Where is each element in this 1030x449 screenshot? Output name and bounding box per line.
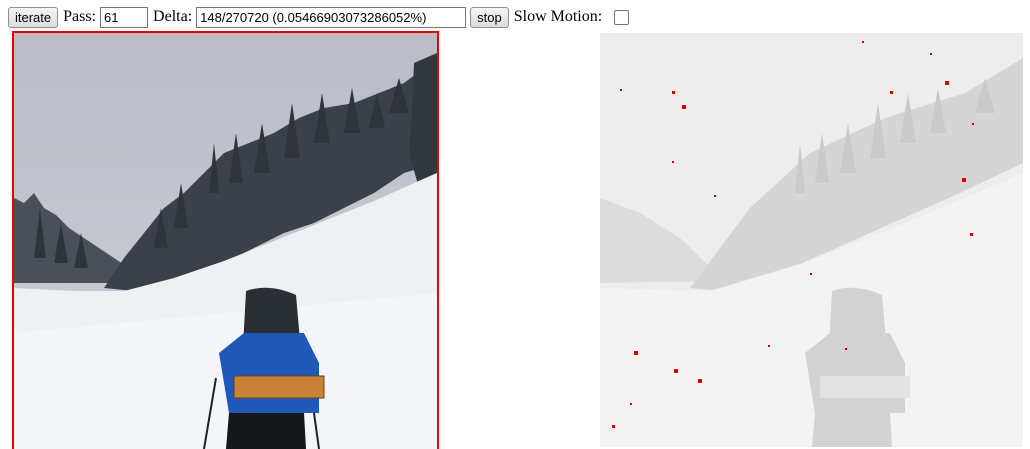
pass-field[interactable] <box>100 6 149 28</box>
delta-field[interactable] <box>196 6 467 28</box>
slow-motion-label: Slow Motion: <box>513 8 603 25</box>
diff-canvas <box>600 33 1023 447</box>
stop-button[interactable]: stop <box>470 6 509 28</box>
toolbar: iterate Pass: Delta: stop Slow Motion: <box>8 6 630 28</box>
iteration-canvas <box>12 31 439 449</box>
delta-label: Delta: <box>153 8 193 25</box>
snowy-mountain-hiker-image <box>14 33 437 449</box>
faded-diff-image <box>600 33 1023 447</box>
iterate-button[interactable]: iterate <box>8 6 59 28</box>
slow-motion-checkbox[interactable] <box>614 9 630 25</box>
pass-label: Pass: <box>63 8 97 25</box>
